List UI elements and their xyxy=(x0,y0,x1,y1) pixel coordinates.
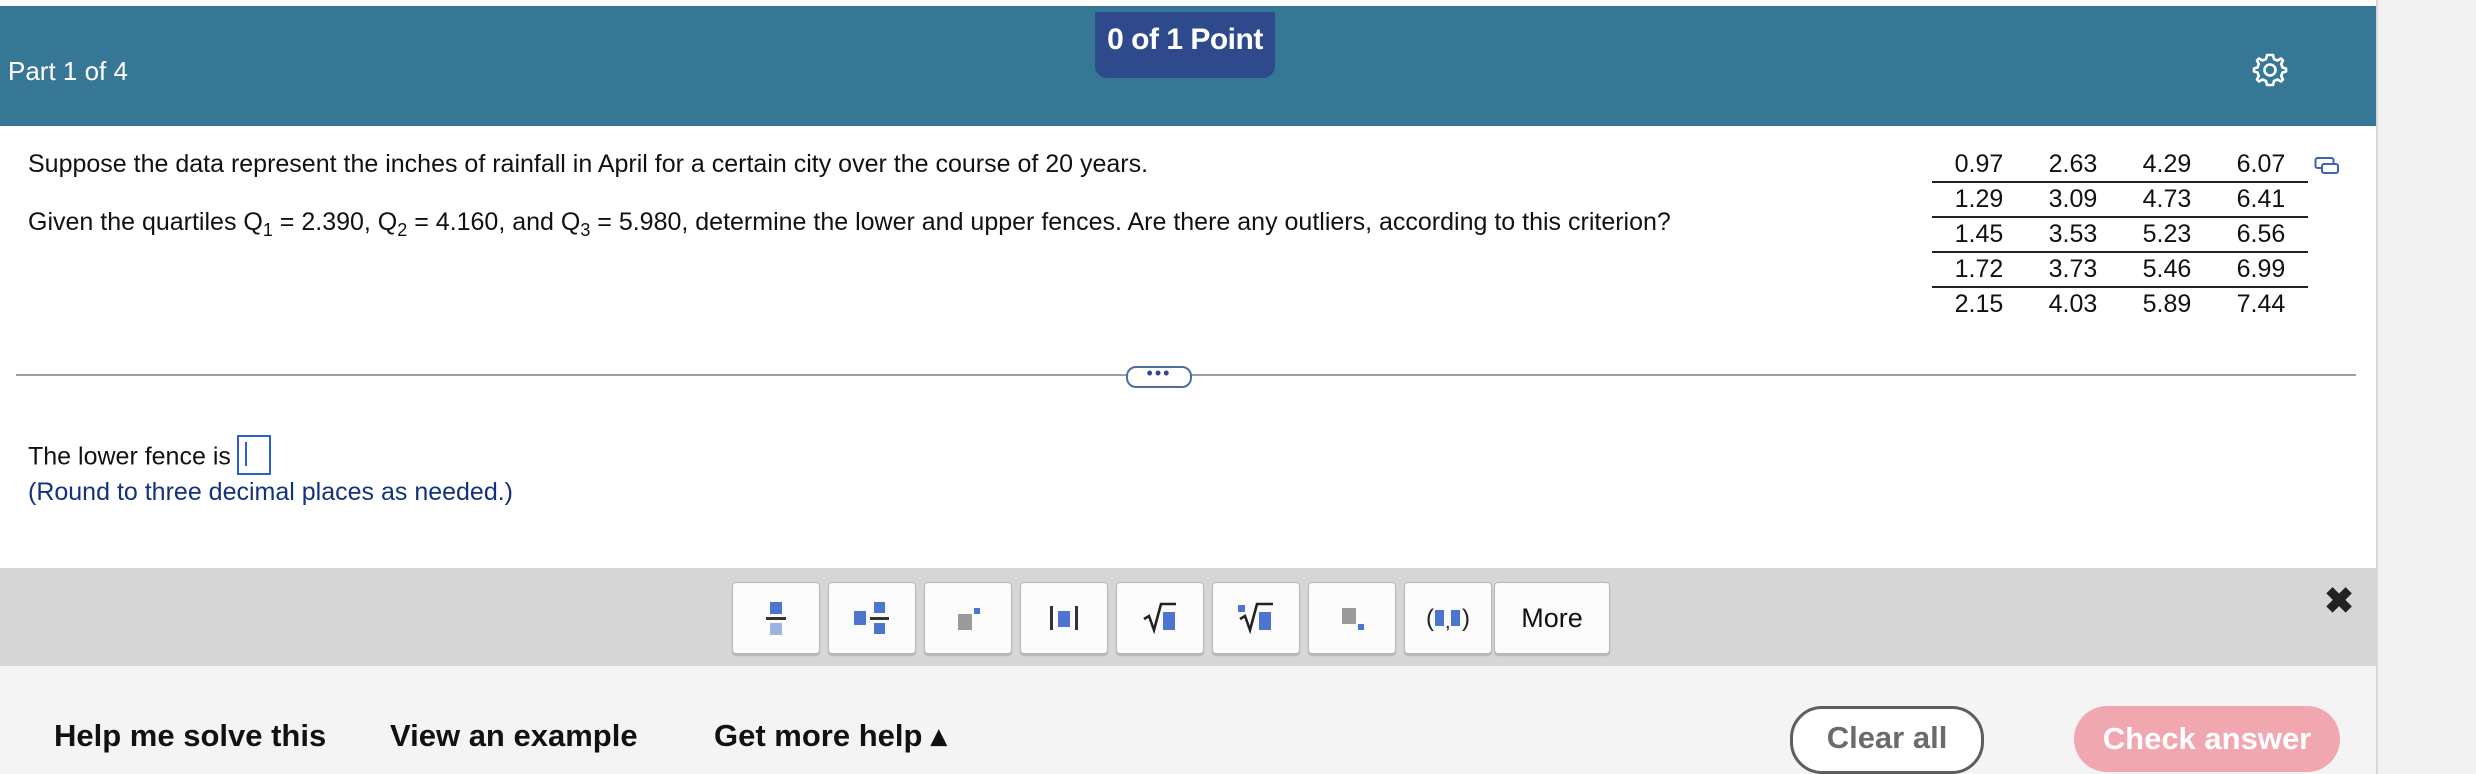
copy-data-button[interactable] xyxy=(2314,156,2340,176)
table-cell: 7.44 xyxy=(2236,290,2286,318)
view-example-link[interactable]: View an example xyxy=(390,718,638,754)
table-cell: 2.15 xyxy=(1954,290,2004,318)
part-label: Part 1 of 4 xyxy=(8,56,128,86)
subscript-button[interactable] xyxy=(1308,582,1396,654)
mixed-number-icon xyxy=(854,602,889,634)
svg-text:(: ( xyxy=(1426,605,1434,632)
footer-bar: Help me solve this View an example Get m… xyxy=(0,666,2376,774)
expand-question-button[interactable]: ••• xyxy=(1126,364,1192,388)
table-row: 0.97 2.63 4.29 6.07 xyxy=(1932,148,2308,183)
square-root-button[interactable] xyxy=(1116,582,1204,654)
subscript-icon xyxy=(1342,608,1364,630)
svg-text:): ) xyxy=(1462,605,1470,632)
copy-icon xyxy=(2314,157,2339,174)
table-cell: 3.53 xyxy=(2026,217,2120,253)
header-bar: Part 1 of 4 0 of 1 Point xyxy=(0,6,2376,126)
exponent-button[interactable] xyxy=(924,582,1012,654)
table-cell: 4.03 xyxy=(2048,290,2098,318)
table-cell: 6.56 xyxy=(2214,217,2308,253)
lower-fence-label: The lower fence is xyxy=(28,442,231,471)
more-tools-button[interactable]: More xyxy=(1494,582,1610,654)
square-root-icon xyxy=(1143,602,1176,635)
rainfall-data-table: 0.97 2.63 4.29 6.07 1.29 3.09 4.73 6.41 1.45 3.53… xyxy=(1932,148,2308,321)
table-cell: 5.89 xyxy=(2142,290,2192,318)
close-icon: ✖ xyxy=(2324,580,2355,621)
check-answer-button[interactable]: Check answer xyxy=(2074,706,2340,772)
table-row: 1.45 3.53 5.23 6.56 xyxy=(1932,217,2308,253)
table-cell: 6.07 xyxy=(2214,148,2308,183)
get-more-help-link[interactable]: Get more help ▴ xyxy=(714,718,947,754)
table-cell: 5.23 xyxy=(2120,217,2214,253)
gear-icon xyxy=(2252,53,2288,87)
table-cell: 0.97 xyxy=(1932,148,2026,183)
settings-button[interactable] xyxy=(2252,52,2288,88)
lower-fence-prompt: The lower fence is xyxy=(28,435,271,478)
svg-text:,: , xyxy=(1445,611,1451,633)
question-page: Part 1 of 4 0 of 1 Point Suppose the dat… xyxy=(0,0,2376,774)
table-cell: 6.99 xyxy=(2214,252,2308,288)
fraction-button[interactable] xyxy=(732,582,820,654)
mixed-number-button[interactable] xyxy=(828,582,916,654)
lower-fence-input[interactable] xyxy=(236,435,271,475)
nth-root-button[interactable] xyxy=(1212,582,1300,654)
table-cell: 1.72 xyxy=(1932,252,2026,288)
absolute-value-button[interactable] xyxy=(1020,582,1108,654)
table-cell: 5.46 xyxy=(2120,252,2214,288)
table-cell: 4.73 xyxy=(2120,182,2214,218)
rounding-note: (Round to three decimal places as needed… xyxy=(28,478,514,506)
exponent-icon xyxy=(958,608,980,630)
close-palette-button[interactable]: ✖ xyxy=(2324,580,2354,622)
fraction-icon xyxy=(766,602,786,635)
nth-root-icon xyxy=(1238,602,1273,635)
table-cell: 1.29 xyxy=(1932,182,2026,218)
table-row: 1.29 3.09 4.73 6.41 xyxy=(1932,182,2308,218)
table-row: 1.72 3.73 5.46 6.99 xyxy=(1932,252,2308,288)
question-quartiles-text: Given the quartiles Q1 = 2.390, Q2 = 4.1… xyxy=(28,208,1671,240)
ordered-pair-icon: ( , ) xyxy=(1426,605,1470,633)
ordered-pair-button[interactable]: ( , ) xyxy=(1404,582,1492,654)
table-cell: 3.09 xyxy=(2026,182,2120,218)
absolute-value-icon xyxy=(1050,606,1078,630)
table-cell: 1.45 xyxy=(1932,217,2026,253)
help-me-solve-link[interactable]: Help me solve this xyxy=(54,718,326,754)
table-row: 2.15 4.03 5.89 7.44 xyxy=(1932,287,2308,321)
table-cell: 6.41 xyxy=(2214,182,2308,218)
clear-all-button[interactable]: Clear all xyxy=(1790,706,1984,774)
table-cell: 3.73 xyxy=(2026,252,2120,288)
points-badge: 0 of 1 Point xyxy=(1095,12,1275,78)
question-text: Suppose the data represent the inches of… xyxy=(28,150,1149,178)
table-cell: 4.29 xyxy=(2120,148,2214,183)
math-palette: ( , ) More ✖ xyxy=(0,568,2376,666)
table-cell: 2.63 xyxy=(2026,148,2120,183)
right-gutter xyxy=(2376,0,2476,774)
